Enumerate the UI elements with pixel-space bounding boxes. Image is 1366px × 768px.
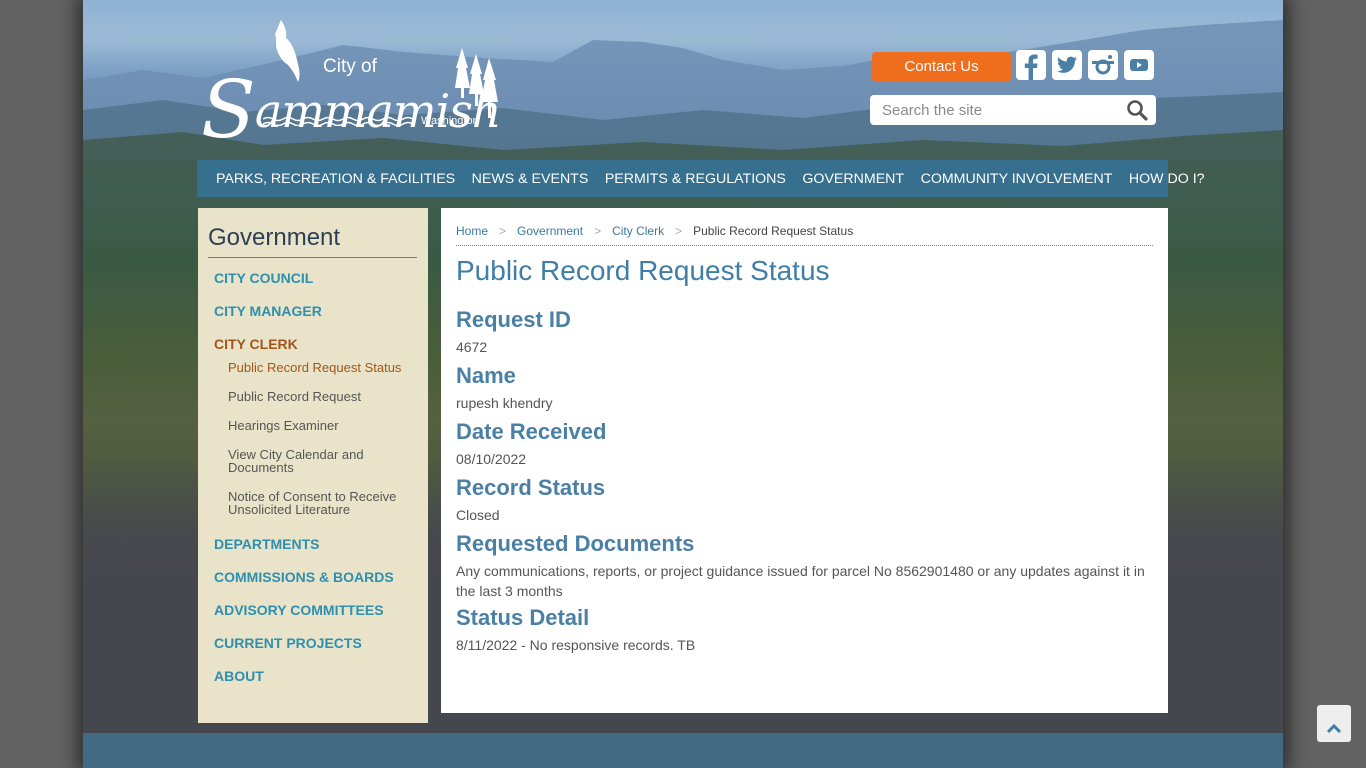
field-value: 8/11/2022 - No responsive records. TB bbox=[456, 637, 696, 653]
field-label: Record Status bbox=[456, 475, 606, 500]
sidebar-item-city-manager[interactable]: CITY MANAGER bbox=[208, 295, 418, 328]
chevron-right-icon: > bbox=[675, 224, 683, 238]
nav-item-parks[interactable]: PARKS, RECREATION & FACILITIES bbox=[216, 171, 455, 187]
breadcrumb-government[interactable]: Government bbox=[517, 224, 583, 238]
search-input[interactable] bbox=[870, 95, 1120, 125]
sidebar-subitem-record-status[interactable]: Public Record Request Status bbox=[228, 361, 418, 374]
footer bbox=[83, 733, 1283, 768]
main-content: Home > Government > City Clerk > Public … bbox=[441, 208, 1168, 713]
twitter-icon bbox=[1057, 56, 1077, 73]
sidebar-item-current-projects[interactable]: CURRENT PROJECTS bbox=[208, 627, 418, 660]
field-status-detail: Status Detail 8/11/2022 - No responsive … bbox=[456, 605, 1153, 655]
trees-icon bbox=[455, 48, 498, 118]
sidebar-item-city-clerk[interactable]: CITY CLERK bbox=[208, 328, 418, 361]
field-value: rupesh khendry bbox=[456, 395, 553, 411]
sidebar-item-about[interactable]: ABOUT bbox=[208, 660, 418, 693]
field-label: Date Received bbox=[456, 419, 607, 444]
nav-item-permits[interactable]: PERMITS & REGULATIONS bbox=[605, 171, 786, 187]
nav-item-government[interactable]: GOVERNMENT bbox=[802, 171, 904, 187]
field-value: 08/10/2022 bbox=[456, 451, 527, 467]
field-record-status: Record Status Closed bbox=[456, 475, 1153, 525]
nav-item-how-do-i[interactable]: HOW DO I? bbox=[1129, 171, 1205, 187]
main-nav: PARKS, RECREATION & FACILITIES NEWS & EV… bbox=[197, 160, 1205, 197]
facebook-icon bbox=[1024, 54, 1038, 80]
sidebar-subitem-calendar-documents[interactable]: View City Calendar and Documents bbox=[228, 448, 388, 474]
sidebar-subitem-hearings-examiner[interactable]: Hearings Examiner bbox=[228, 419, 418, 432]
field-date-received: Date Received 08/10/2022 bbox=[456, 419, 1153, 469]
field-value: Any communications, reports, or project … bbox=[456, 563, 1145, 599]
field-name: Name rupesh khendry bbox=[456, 363, 1153, 413]
youtube-link[interactable] bbox=[1124, 50, 1154, 80]
field-label: Name bbox=[456, 363, 516, 388]
page: City of Sammamish Washington Contact Us bbox=[83, 0, 1283, 768]
field-label: Requested Documents bbox=[456, 531, 695, 556]
breadcrumb-current: Public Record Request Status bbox=[693, 224, 854, 238]
city-logo[interactable]: City of Sammamish Washington bbox=[201, 20, 501, 150]
instagram-icon bbox=[1092, 55, 1114, 75]
page-title: Public Record Request Status bbox=[456, 255, 830, 286]
field-request-id: Request ID 4672 bbox=[456, 307, 1153, 357]
sidebar-item-city-council[interactable]: CITY COUNCIL bbox=[208, 262, 418, 295]
sidebar-subnav: Public Record Request Status Public Reco… bbox=[208, 361, 418, 516]
waves-graphic bbox=[263, 116, 413, 126]
field-value: Closed bbox=[456, 507, 500, 523]
field-requested-documents: Requested Documents Any communications, … bbox=[456, 531, 1153, 601]
facebook-link[interactable] bbox=[1016, 50, 1046, 80]
sidebar: Government CITY COUNCIL CITY MANAGER CIT… bbox=[198, 208, 428, 723]
sidebar-subitem-notice-of-consent[interactable]: Notice of Consent to Receive Unsolicited… bbox=[228, 490, 408, 516]
breadcrumb-home[interactable]: Home bbox=[456, 224, 488, 238]
chevron-up-icon bbox=[1327, 723, 1341, 734]
sidebar-subitem-record-request[interactable]: Public Record Request bbox=[228, 390, 418, 403]
breadcrumb-city-clerk[interactable]: City Clerk bbox=[612, 224, 664, 238]
chevron-right-icon: > bbox=[499, 224, 507, 238]
nav-item-news-events[interactable]: NEWS & EVENTS bbox=[472, 171, 589, 187]
site-search bbox=[870, 95, 1156, 125]
sidebar-item-advisory-committees[interactable]: ADVISORY COMMITTEES bbox=[208, 594, 418, 627]
sidebar-item-commissions-boards[interactable]: COMMISSIONS & BOARDS bbox=[208, 561, 418, 594]
instagram-link[interactable] bbox=[1088, 50, 1118, 80]
sidebar-item-departments[interactable]: DEPARTMENTS bbox=[208, 528, 418, 561]
twitter-link[interactable] bbox=[1052, 50, 1082, 80]
chevron-right-icon: > bbox=[594, 224, 602, 238]
contact-us-button[interactable]: Contact Us bbox=[872, 52, 1011, 82]
sidebar-title: Government bbox=[208, 224, 417, 258]
field-label: Status Detail bbox=[456, 605, 590, 630]
youtube-icon bbox=[1130, 59, 1148, 71]
field-label: Request ID bbox=[456, 307, 571, 332]
nav-item-community[interactable]: COMMUNITY INVOLVEMENT bbox=[921, 171, 1113, 187]
breadcrumb: Home > Government > City Clerk > Public … bbox=[456, 224, 1153, 246]
back-to-top-button[interactable] bbox=[1317, 705, 1351, 742]
field-value: 4672 bbox=[456, 339, 488, 355]
search-icon[interactable] bbox=[1126, 99, 1148, 121]
